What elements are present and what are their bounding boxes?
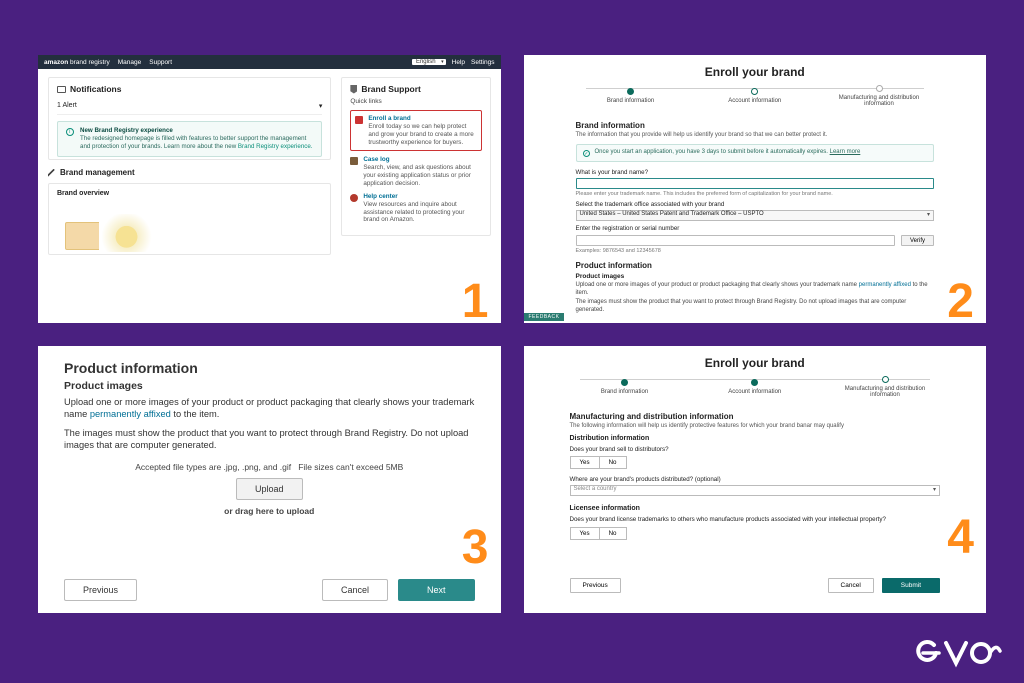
perm-affixed-link[interactable]: permanently affixed: [859, 282, 911, 288]
brand-info-sub: The information that you provide will he…: [576, 132, 935, 138]
enroll-icon: [355, 116, 363, 124]
step-number-1: 1: [462, 274, 489, 323]
perm-affixed-link[interactable]: permanently affixed: [90, 409, 171, 419]
help-icon: [350, 194, 358, 202]
product-info-heading: Product information: [64, 360, 475, 376]
new-experience-banner: New Brand Registry experience The redesi…: [57, 121, 322, 157]
product-images-p2: The images must show the product that yo…: [64, 427, 475, 452]
enroll-title: Enroll your brand: [570, 356, 941, 370]
learn-more-link[interactable]: Learn more: [830, 149, 861, 155]
step1-dot: [627, 88, 634, 95]
no-button[interactable]: No: [599, 527, 627, 540]
sell-distributors-toggle[interactable]: Yes No: [570, 456, 941, 469]
manufacturing-heading: Manufacturing and distribution informati…: [570, 412, 941, 421]
info-icon: [66, 128, 74, 136]
nav-manage[interactable]: Manage: [118, 59, 142, 66]
previous-button[interactable]: Previous: [64, 579, 137, 601]
feedback-tab[interactable]: FEEDBACK: [524, 313, 565, 321]
reg-examples: Examples: 9876543 and 12345678: [576, 248, 935, 254]
cancel-button[interactable]: Cancel: [322, 579, 388, 601]
product-images-heading: Product images: [64, 380, 475, 392]
licensee-heading: Licensee information: [570, 505, 941, 512]
product-images-h: Product images: [576, 273, 935, 280]
country-select[interactable]: Select a country: [570, 485, 941, 496]
yes-button[interactable]: Yes: [570, 456, 599, 469]
step-number-4: 4: [947, 510, 974, 565]
nav-help[interactable]: Help: [452, 59, 465, 66]
verify-button[interactable]: Verify: [901, 235, 934, 246]
distributed-where-label: Where are your brand's products distribu…: [570, 476, 941, 483]
step2-dot: [751, 379, 758, 386]
brand-info-heading: Brand information: [576, 121, 935, 130]
step2-dot: [751, 88, 758, 95]
yes-button[interactable]: Yes: [570, 527, 599, 540]
trademark-office-label: Select the trademark office associated w…: [576, 201, 935, 208]
step-number-3: 3: [462, 520, 489, 575]
manufacturing-sub: The following information will help us i…: [570, 423, 941, 429]
no-button[interactable]: No: [599, 456, 627, 469]
quicklink-enroll-brand[interactable]: Enroll a brandEnroll today so we can hel…: [350, 110, 481, 151]
quicklink-case-log[interactable]: Case logSearch, view, and ask questions …: [350, 156, 481, 187]
next-button[interactable]: Next: [398, 579, 475, 601]
reg-serial-input[interactable]: [576, 235, 895, 246]
drag-label: or drag here to upload: [64, 506, 475, 516]
cancel-button[interactable]: Cancel: [828, 578, 874, 593]
distribution-heading: Distribution information: [570, 435, 941, 442]
panel-1-dashboard: amazon brand registry Manage Support Eng…: [38, 55, 501, 323]
sell-distributors-label: Does your brand sell to distributors?: [570, 446, 941, 453]
brand-overview-card: Brand overview: [48, 183, 331, 255]
brand-name-hint: Please enter your trademark name. This i…: [576, 191, 935, 197]
learn-more-link[interactable]: Brand Registry experience.: [238, 143, 313, 150]
step3-dot: [882, 376, 889, 383]
previous-button[interactable]: Previous: [570, 578, 621, 593]
product-info-heading: Product information: [576, 261, 935, 270]
overview-illustration: [57, 202, 322, 254]
licensee-question: Does your brand license trademarks to ot…: [570, 516, 941, 524]
brand-support-heading: Brand Support: [350, 84, 481, 94]
accepted-types: Accepted file types are .jpg, .png, and …: [64, 462, 475, 472]
topbar: amazon brand registry Manage Support Eng…: [38, 55, 501, 69]
brand-name-label: What is your brand name?: [576, 169, 935, 176]
quicklink-help-center[interactable]: Help centerView resources and inquire ab…: [350, 193, 481, 224]
alert-row[interactable]: 1 Alert ▾: [57, 98, 322, 115]
caselog-icon: [350, 157, 358, 165]
panel-2-brand-info: Enroll your brand Brand information Acco…: [524, 55, 987, 323]
pencil-icon: [48, 169, 56, 177]
step1-dot: [621, 379, 628, 386]
submit-button[interactable]: Submit: [882, 578, 940, 593]
chevron-down-icon: ▾: [319, 102, 323, 110]
upload-button[interactable]: Upload: [236, 478, 303, 500]
notifications-card: Notifications 1 Alert ▾ New Brand Regist…: [48, 77, 331, 160]
progress-steps: Brand information Account information Ma…: [580, 376, 931, 398]
nav-settings[interactable]: Settings: [471, 59, 495, 66]
notifications-heading: Notifications: [57, 84, 322, 94]
panel-3-product-images: Product information Product images Uploa…: [38, 346, 501, 614]
brand-logo: amazon brand registry: [44, 59, 110, 66]
progress-steps: Brand information Account information Ma…: [586, 85, 925, 107]
step-number-2: 2: [947, 274, 974, 323]
eva-logo: [916, 631, 1002, 673]
licensee-toggle[interactable]: Yes No: [570, 527, 941, 540]
step3-dot: [876, 85, 883, 92]
trademark-office-select[interactable]: United States – United States Patent and…: [576, 210, 935, 221]
reg-serial-label: Enter the registration or serial number: [576, 225, 935, 232]
panel-4-manufacturing: Enroll your brand Brand information Acco…: [524, 346, 987, 614]
check-icon: [583, 150, 590, 157]
tip-box: Once you start an application, you have …: [576, 144, 935, 162]
brand-support-card: Brand Support Quick links Enroll a brand…: [341, 77, 490, 236]
brand-name-input[interactable]: [576, 178, 935, 189]
language-select[interactable]: English: [412, 59, 446, 65]
product-images-p1: Upload one or more images of your produc…: [64, 396, 475, 421]
product-images-p: Upload one or more images of your produc…: [576, 282, 935, 297]
nav-support[interactable]: Support: [149, 59, 172, 66]
enroll-title: Enroll your brand: [576, 65, 935, 79]
brand-management-heading: Brand management: [48, 168, 331, 177]
